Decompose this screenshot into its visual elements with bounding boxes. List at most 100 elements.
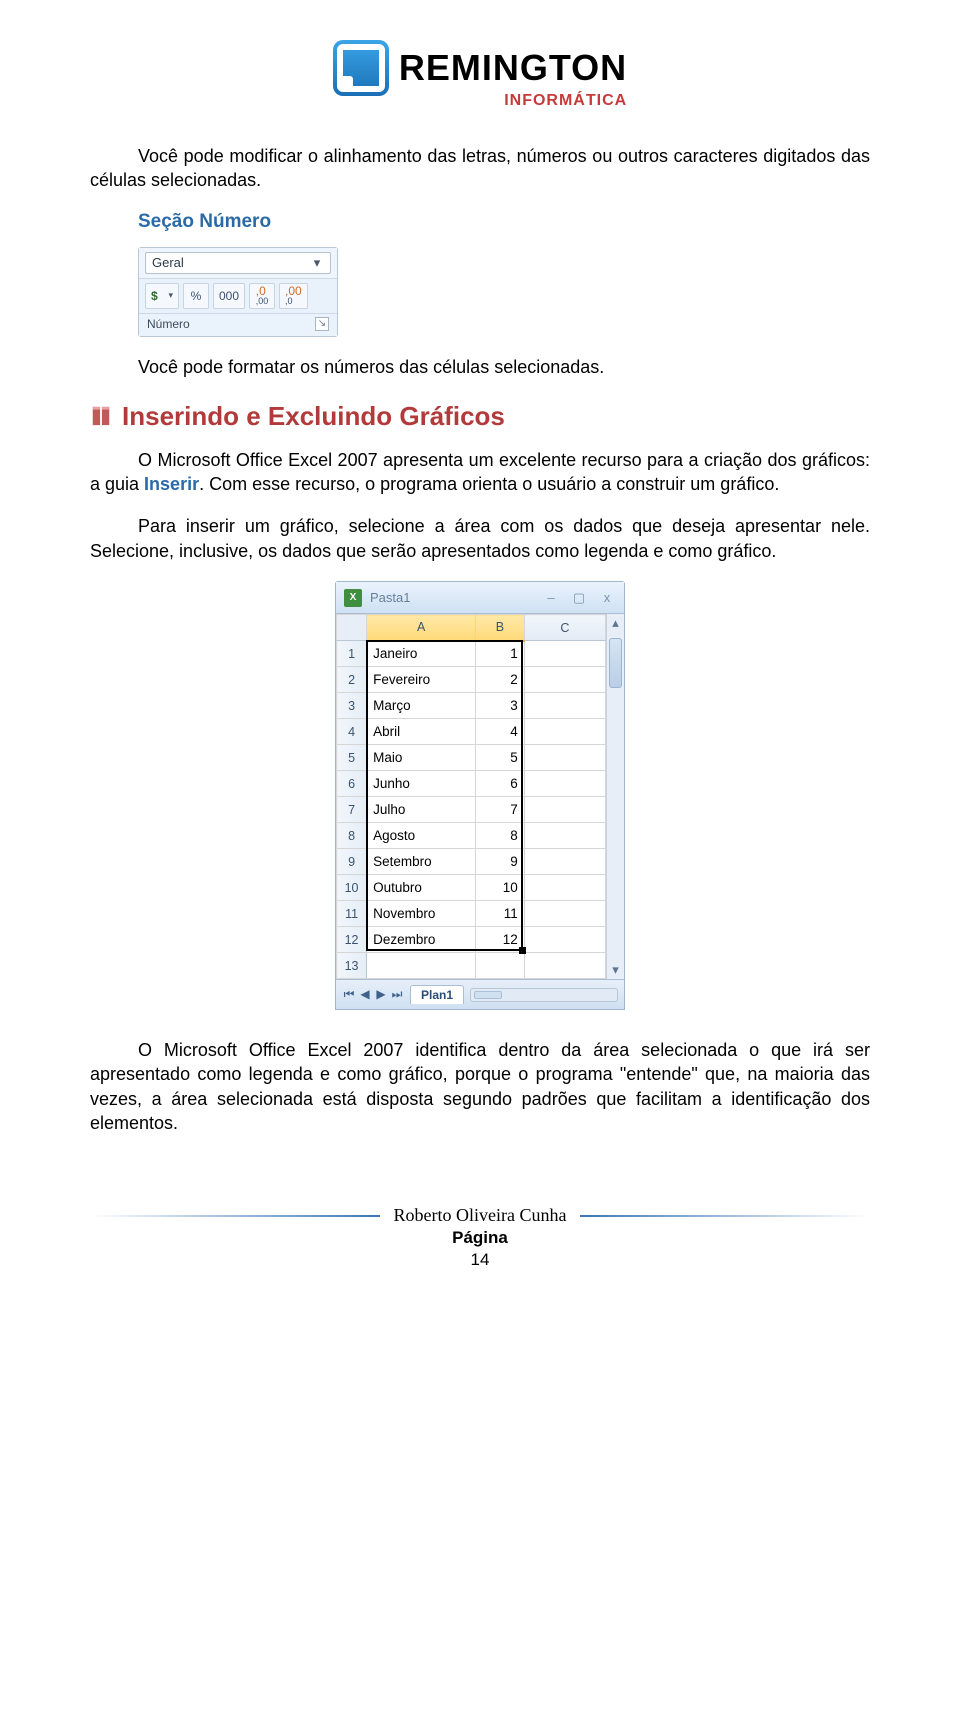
maximize-button[interactable]: ▢ [570,590,588,606]
row-header[interactable]: 6 [337,771,367,797]
sheet-tab-plan1[interactable]: Plan1 [410,985,464,1004]
minimize-button[interactable]: – [542,590,560,606]
cell-C4[interactable] [524,719,605,745]
dialog-launcher-button[interactable]: ↘ [315,317,329,331]
cell-B2[interactable]: 2 [476,667,525,693]
cell-C8[interactable] [524,823,605,849]
row-header[interactable]: 4 [337,719,367,745]
cell-A3[interactable]: Março [367,693,476,719]
cell-B4[interactable]: 4 [476,719,525,745]
table-row[interactable]: 12Dezembro12 [337,927,606,953]
row-header[interactable]: 3 [337,693,367,719]
next-sheet-icon[interactable]: ▶ [374,987,388,1002]
cell-A1[interactable]: Janeiro [367,641,476,667]
cell-C1[interactable] [524,641,605,667]
cell-A10[interactable]: Outubro [367,875,476,901]
cell-B11[interactable]: 11 [476,901,525,927]
cell-A4[interactable]: Abril [367,719,476,745]
percent-button[interactable]: % [183,283,209,309]
first-sheet-icon[interactable]: ⏮ [342,987,356,1002]
ribbon-number-group: Geral ▾ $ ▾ % 000 ,0 ,00 ,00 ,0 [138,247,338,337]
cell-B5[interactable]: 5 [476,745,525,771]
cell-B3[interactable]: 3 [476,693,525,719]
row-header[interactable]: 11 [337,901,367,927]
column-header-B[interactable]: B [476,615,525,641]
table-row[interactable]: 4Abril4 [337,719,606,745]
cell-B1[interactable]: 1 [476,641,525,667]
table-row[interactable]: 8Agosto8 [337,823,606,849]
table-row[interactable]: 6Junho6 [337,771,606,797]
table-row[interactable]: 9Setembro9 [337,849,606,875]
cell-B7[interactable]: 7 [476,797,525,823]
cell-A8[interactable]: Agosto [367,823,476,849]
vertical-scrollbar[interactable]: ▴ ▾ [606,614,624,979]
cell-A9[interactable]: Setembro [367,849,476,875]
cell-B9[interactable]: 9 [476,849,525,875]
cell-C7[interactable] [524,797,605,823]
row-header[interactable]: 10 [337,875,367,901]
cell-B6[interactable]: 6 [476,771,525,797]
cell-A13[interactable] [367,953,476,979]
row-header[interactable]: 12 [337,927,367,953]
chevron-down-icon: ▾ [168,290,173,301]
excel-app-icon: X [344,589,362,607]
currency-button[interactable]: $ ▾ [145,283,179,309]
table-row[interactable]: 1Janeiro1 [337,641,606,667]
row-header[interactable]: 1 [337,641,367,667]
decrease-decimal-button[interactable]: ,00 ,0 [279,283,308,309]
cell-C12[interactable] [524,927,605,953]
cell-C6[interactable] [524,771,605,797]
chevron-down-icon: ▾ [310,255,324,271]
ribbon-group-label: Número [147,317,190,331]
cell-A11[interactable]: Novembro [367,901,476,927]
cell-A2[interactable]: Fevereiro [367,667,476,693]
row-header[interactable]: 2 [337,667,367,693]
prev-sheet-icon[interactable]: ◀ [358,987,372,1002]
table-row[interactable]: 5Maio5 [337,745,606,771]
row-header[interactable]: 5 [337,745,367,771]
cell-C11[interactable] [524,901,605,927]
row-header[interactable]: 7 [337,797,367,823]
spreadsheet-grid[interactable]: A B C 1Janeiro12Fevereiro23Março34Abril4… [336,614,606,979]
close-button[interactable]: x [598,590,616,606]
cell-A6[interactable]: Junho [367,771,476,797]
cell-A7[interactable]: Julho [367,797,476,823]
cell-C2[interactable] [524,667,605,693]
table-row[interactable]: 10Outubro10 [337,875,606,901]
cell-C3[interactable] [524,693,605,719]
excel-window: X Pasta1 – ▢ x A B [335,581,625,1010]
scroll-thumb[interactable] [609,638,622,688]
table-row[interactable]: 2Fevereiro2 [337,667,606,693]
horizontal-scrollbar[interactable] [470,988,618,1002]
cell-C5[interactable] [524,745,605,771]
table-row[interactable]: 3Março3 [337,693,606,719]
row-header[interactable]: 13 [337,953,367,979]
row-header[interactable]: 8 [337,823,367,849]
cell-A12[interactable]: Dezembro [367,927,476,953]
cell-C10[interactable] [524,875,605,901]
table-row[interactable]: 11Novembro11 [337,901,606,927]
scroll-down-icon[interactable]: ▾ [607,961,624,979]
scroll-up-icon[interactable]: ▴ [607,614,624,632]
cell-B12[interactable]: 12 [476,927,525,953]
last-sheet-icon[interactable]: ⏭ [390,987,404,1002]
column-header-C[interactable]: C [524,615,605,641]
select-all-cell[interactable] [337,615,367,641]
row-header[interactable]: 9 [337,849,367,875]
footer-page-label: Página [90,1228,870,1248]
sheet-nav[interactable]: ⏮ ◀ ▶ ⏭ [342,987,404,1002]
cell-A5[interactable]: Maio [367,745,476,771]
cell-B10[interactable]: 10 [476,875,525,901]
cell-B13[interactable] [476,953,525,979]
cell-C13[interactable] [524,953,605,979]
cell-B8[interactable]: 8 [476,823,525,849]
increase-decimal-button[interactable]: ,0 ,00 [249,283,275,309]
cell-C9[interactable] [524,849,605,875]
fill-handle[interactable] [519,947,526,954]
thousands-button[interactable]: 000 [213,283,245,309]
column-header-A[interactable]: A [367,615,476,641]
footer-author: Roberto Oliveira Cunha [394,1205,567,1226]
table-row[interactable]: 7Julho7 [337,797,606,823]
number-format-dropdown[interactable]: Geral ▾ [145,252,331,274]
table-row[interactable]: 13 [337,953,606,979]
